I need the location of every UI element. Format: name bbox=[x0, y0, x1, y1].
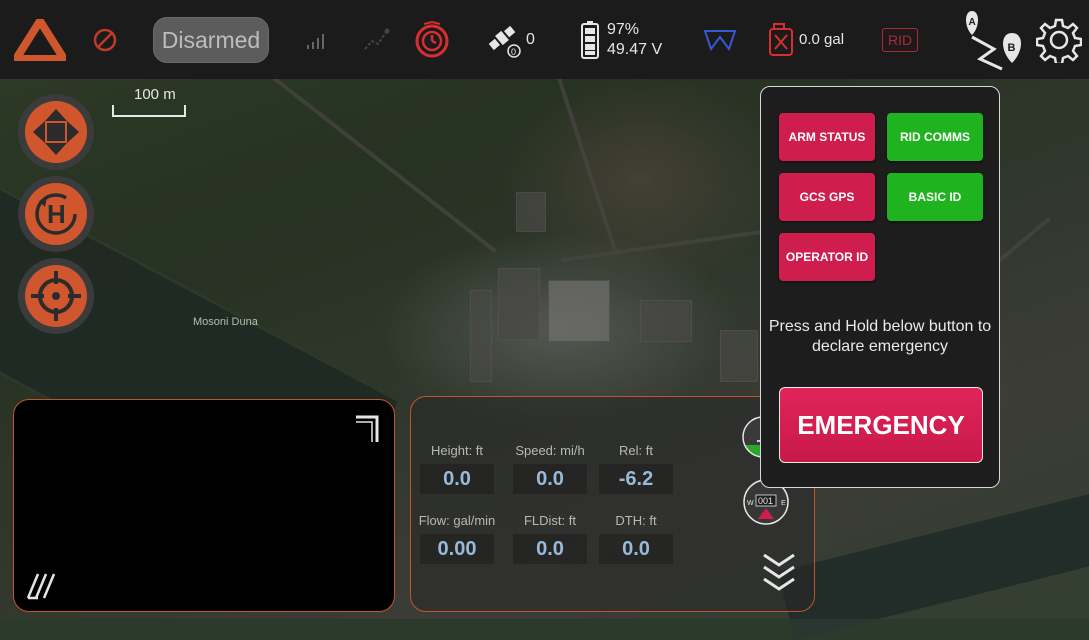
emergency-instructions: Press and Hold below button to declare e… bbox=[768, 318, 992, 355]
flight-timer-icon[interactable] bbox=[412, 0, 452, 79]
telemetry-fldist: FLDist: ft 0.0 bbox=[506, 513, 594, 564]
telemetry-height: Height: ft 0.0 bbox=[413, 443, 501, 494]
battery-voltage: 49.47 V bbox=[607, 40, 663, 58]
gcs-gps-button[interactable]: GCS GPS bbox=[779, 173, 875, 221]
satellite-count: 0 bbox=[526, 30, 535, 48]
satellite-icon: 0 bbox=[488, 25, 521, 58]
map-scale: 100 m bbox=[112, 86, 186, 117]
height-value: 0.0 bbox=[420, 464, 494, 494]
crosshair-icon bbox=[31, 271, 81, 321]
joystick-button[interactable] bbox=[18, 94, 94, 170]
map-place-label: Mosoni Duna bbox=[193, 316, 258, 328]
rel-value: -6.2 bbox=[599, 464, 673, 494]
telemetry-flow: Flow: gal/min 0.00 bbox=[413, 513, 501, 564]
battery-percent: 97% bbox=[607, 20, 640, 38]
mission-route-icon[interactable]: A B bbox=[960, 0, 1028, 79]
tank-empty-icon bbox=[769, 22, 793, 56]
gps-satellites[interactable]: 0 0 bbox=[484, 0, 535, 79]
fldist-value: 0.0 bbox=[513, 534, 587, 564]
telemetry-panel: Height: ft 0.0 Speed: mi/h 0.0 Rel: ft -… bbox=[410, 396, 815, 612]
height-label: Height: ft bbox=[430, 443, 484, 458]
compass-east: E bbox=[781, 500, 786, 507]
telemetry-speed: Speed: mi/h 0.0 bbox=[506, 443, 594, 494]
speed-value: 0.0 bbox=[513, 464, 587, 494]
signal-strength-icon[interactable] bbox=[306, 0, 328, 79]
dth-label: DTH: ft bbox=[615, 513, 657, 528]
settings-gear-icon[interactable] bbox=[1036, 0, 1082, 79]
svg-text:0: 0 bbox=[511, 47, 516, 57]
telemetry-rel: Rel: ft -6.2 bbox=[592, 443, 680, 494]
expand-corner-icon[interactable] bbox=[354, 414, 380, 449]
rid-comms-button[interactable]: RID COMMS bbox=[887, 113, 983, 161]
speed-label: Speed: mi/h bbox=[515, 443, 585, 458]
tank-level: 0.0 gal bbox=[799, 31, 845, 48]
camera-video-panel[interactable] bbox=[13, 399, 395, 612]
operator-id-button[interactable]: OPERATOR ID bbox=[779, 233, 875, 281]
basic-id-button[interactable]: BASIC ID bbox=[887, 173, 983, 221]
compass-west: W bbox=[747, 500, 754, 507]
dpad-icon bbox=[33, 109, 79, 155]
tank-status[interactable]: 0.0 gal bbox=[766, 0, 844, 79]
battery-status[interactable]: 97% 49.47 V bbox=[581, 0, 662, 79]
return-home-button[interactable]: H bbox=[18, 176, 94, 252]
rid-indicator[interactable]: RID bbox=[882, 0, 919, 79]
top-toolbar: Disarmed 0 0 97% 49.47 V 0.0 gal RID A B bbox=[0, 0, 1089, 79]
scale-label: 100 m bbox=[134, 86, 176, 103]
dth-value: 0.0 bbox=[599, 534, 673, 564]
rel-label: Rel: ft bbox=[619, 443, 653, 458]
compass-heading: 001 bbox=[758, 496, 773, 506]
no-entry-icon[interactable] bbox=[92, 0, 118, 79]
flight-mode-icon[interactable] bbox=[703, 0, 737, 79]
emergency-button[interactable]: EMERGENCY bbox=[779, 387, 983, 463]
fldist-label: FLDist: ft bbox=[523, 513, 576, 528]
app-logo-icon[interactable] bbox=[14, 0, 66, 79]
remote-id-panel: ARM STATUS RID COMMS GCS GPS BASIC ID OP… bbox=[760, 86, 1000, 488]
battery-icon bbox=[581, 20, 599, 59]
telemetry-link-icon[interactable] bbox=[362, 0, 390, 79]
svg-text:H: H bbox=[47, 199, 66, 229]
scale-bar bbox=[112, 105, 186, 117]
flow-value: 0.00 bbox=[420, 534, 494, 564]
route-start-label: A bbox=[969, 17, 976, 28]
flow-label: Flow: gal/min bbox=[418, 513, 496, 528]
collapse-down-icon[interactable] bbox=[761, 551, 797, 596]
collapse-left-icon[interactable] bbox=[26, 572, 60, 605]
telemetry-dth: DTH: ft 0.0 bbox=[592, 513, 680, 564]
return-home-icon: H bbox=[35, 193, 77, 235]
rid-label: RID bbox=[882, 27, 919, 52]
route-end-label: B bbox=[1008, 42, 1016, 54]
target-point-button[interactable] bbox=[18, 258, 94, 334]
arm-status-button[interactable]: ARM STATUS bbox=[779, 113, 875, 161]
arm-status-badge[interactable]: Disarmed bbox=[153, 17, 269, 63]
